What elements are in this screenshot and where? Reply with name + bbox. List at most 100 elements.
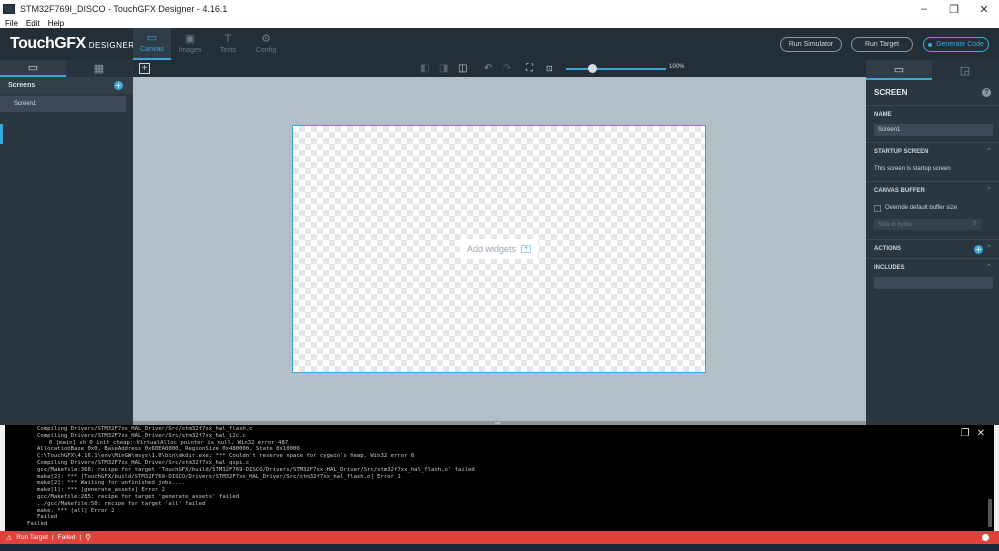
generate-dot-icon [928, 42, 933, 47]
add-widgets-button[interactable]: Add widgets + [460, 239, 538, 259]
menu-edit[interactable]: Edit [26, 19, 40, 28]
minimize-button[interactable]: – [909, 0, 939, 18]
startup-section-header[interactable]: STARTUP SCREEN ⌃ [866, 143, 999, 161]
console-close-icon[interactable]: ✕ [977, 429, 985, 439]
console-maximize-icon[interactable]: ❐ [961, 429, 970, 439]
buffer-size-input: Size in bytes ⇕ [874, 219, 981, 230]
window-controls: – ❐ ✕ [909, 0, 999, 18]
tab-interactions[interactable]: ◲ [932, 60, 998, 80]
screen-name-field[interactable]: Screen1 [874, 124, 993, 136]
buffer-section-header[interactable]: CANVAS BUFFER ⌃ [866, 182, 999, 200]
left-edge-marker [0, 124, 3, 144]
menu-file[interactable]: File [5, 19, 18, 28]
properties-icon: ▭ [893, 63, 905, 76]
startup-section: STARTUP SCREEN ⌃ This screen is startup … [866, 142, 999, 181]
chevron-up-icon: ⌃ [986, 264, 992, 271]
name-label: NAME [874, 112, 892, 118]
console-line: gcc/Makefile:366: recipe for target 'Tou… [37, 466, 475, 473]
console-line: make[2]: *** [TouchGFX/build/STM32F769-D… [37, 473, 401, 480]
right-panel-tabs: ▭ ◲ [866, 60, 999, 80]
run-simulator-button[interactable]: Run Simulator [780, 37, 842, 52]
add-widgets-plus-icon: + [521, 245, 532, 253]
zoom-slider-track[interactable] [566, 68, 666, 70]
tab-images[interactable]: ▣ Images [171, 28, 209, 60]
logo-text: TouchGFX [10, 35, 86, 52]
console-controls: ❐ ✕ [954, 429, 985, 439]
help-icon[interactable]: ? [982, 88, 991, 97]
zoom-slider-handle[interactable] [588, 64, 597, 73]
console-line: AllocationBase 0x0, BaseAddress 0x60EA00… [37, 446, 300, 453]
screens-icon: ▭ [27, 62, 39, 74]
actions-section-header[interactable]: ACTIONS + ⌃ [866, 240, 999, 258]
chevron-up-icon: ⌃ [986, 148, 992, 155]
includes-field[interactable] [874, 277, 993, 289]
build-console: Compiling Drivers/STM32F7xx_HAL_Driver/S… [5, 425, 994, 531]
canvas-buffer-section: CANVAS BUFFER ⌃ Override default buffer … [866, 181, 999, 239]
add-action-icon[interactable]: + [974, 245, 983, 254]
tab-canvas[interactable]: ▭ Canvas [133, 28, 171, 60]
startup-text: This screen is startup screen [874, 166, 951, 172]
add-widget-button[interactable]: + [139, 63, 150, 74]
console-line: make: *** [all] Error 2 [37, 507, 115, 514]
send-backward-icon[interactable]: ◨ [439, 63, 448, 74]
status-result: Failed [57, 534, 76, 541]
window-title-bar: STM32F769I_DISCO - TouchGFX Designer - 4… [0, 0, 999, 18]
undo-icon[interactable]: ↶ [484, 63, 492, 74]
group-icon[interactable]: ◫ [458, 63, 467, 74]
add-screen-icon[interactable]: + [114, 81, 123, 90]
texts-icon: T [224, 33, 232, 45]
tab-texts-label: Texts [219, 47, 237, 54]
properties-title-label: SCREEN [874, 88, 908, 97]
actions-label: ACTIONS [874, 246, 901, 252]
os-taskbar [0, 544, 999, 551]
run-target-button[interactable]: Run Target [851, 37, 913, 52]
includes-section-header[interactable]: INCLUDES ⌃ [866, 259, 999, 277]
tab-screens[interactable]: ▭ [0, 60, 66, 77]
canvas-icon: ▭ [146, 32, 158, 44]
app-header: TouchGFX DESIGNER ▭ Canvas ▣ Images T Tex… [0, 28, 999, 60]
tab-config[interactable]: ⚙ Config [247, 28, 285, 60]
console-line: make[1]: *** [generate_assets] Error 2 [37, 487, 165, 494]
properties-panel: ▭ ◲ SCREEN ? NAME Screen1 STARTUP SCREEN… [866, 60, 999, 425]
close-button[interactable]: ✕ [969, 0, 999, 18]
console-line: Compiling Drivers/STM32F7xx_HAL_Driver/S… [37, 459, 250, 466]
buffer-size-placeholder: Size in bytes [878, 221, 913, 228]
screen-artboard[interactable]: Add widgets + [292, 125, 706, 373]
tab-properties[interactable]: ▭ [866, 60, 932, 80]
screen-list-item[interactable]: Screen1 [0, 96, 126, 112]
right-window-edge [994, 425, 999, 531]
screens-title: Screens [8, 82, 36, 89]
images-icon: ▣ [184, 33, 196, 45]
tab-canvas-label: Canvas [140, 46, 164, 53]
name-section: NAME Screen1 [866, 105, 999, 142]
zoom-level: 100% [669, 64, 685, 70]
console-line: Compiling Drivers/STM32F7xx_HAL_Driver/S… [37, 426, 253, 432]
generate-code-button[interactable]: Generate Code [923, 37, 989, 52]
override-buffer-checkbox[interactable]: Override default buffer size [866, 200, 999, 216]
window-title: STM32F769I_DISCO - TouchGFX Designer - 4… [20, 4, 228, 14]
design-canvas[interactable]: Add widgets + [133, 77, 866, 425]
search-icon[interactable]: ⚲ [85, 533, 91, 542]
notification-icon[interactable] [982, 534, 989, 541]
redo-icon[interactable]: ↷ [503, 63, 511, 74]
tab-texts[interactable]: T Texts [209, 28, 247, 60]
actual-size-icon[interactable]: ⊡ [546, 63, 553, 74]
console-scrollbar[interactable] [988, 499, 992, 527]
chevron-up-icon: ⌃ [986, 245, 992, 252]
interactions-icon: ◲ [959, 64, 971, 77]
spinner-icon: ⇕ [971, 221, 977, 227]
console-line: Failed [27, 521, 48, 528]
touchgfx-logo: TouchGFX DESIGNER [10, 35, 135, 53]
status-bar: ⚠ Run Target | Failed | ⚲ [0, 531, 999, 544]
menu-help[interactable]: Help [48, 19, 64, 28]
console-line: make[2]: *** Waiting for unfinished jobs… [37, 480, 186, 487]
generate-code-label: Generate Code [936, 41, 984, 48]
fit-screen-icon[interactable]: ⛶ [526, 63, 533, 74]
widgets-icon: ▦ [93, 63, 105, 75]
includes-label: INCLUDES [874, 265, 905, 271]
config-icon: ⚙ [261, 33, 271, 45]
maximize-button[interactable]: ❐ [939, 0, 969, 18]
includes-section: INCLUDES ⌃ [866, 258, 999, 289]
bring-forward-icon[interactable]: ◧ [420, 63, 429, 74]
tab-widgets[interactable]: ▦ [66, 60, 132, 77]
